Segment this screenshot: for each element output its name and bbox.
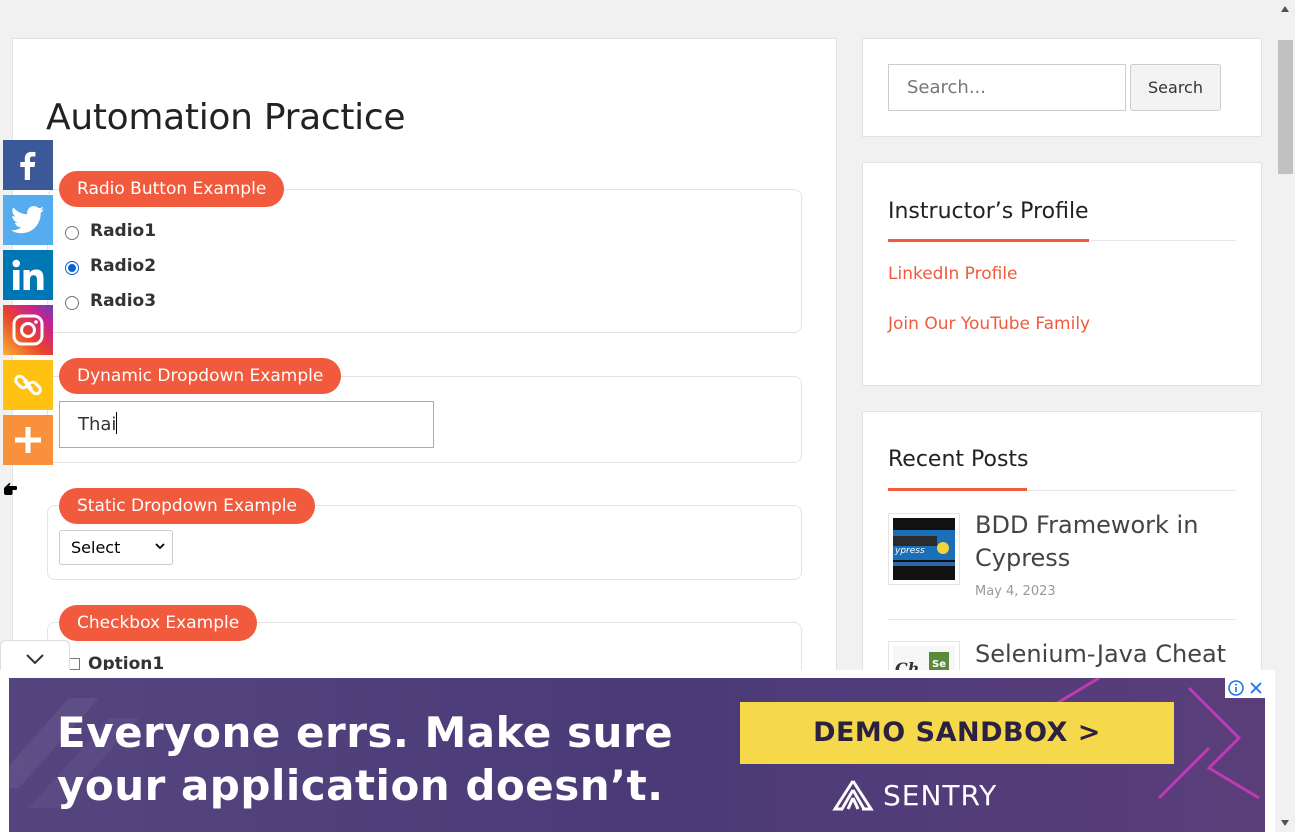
linkedin-icon: [12, 259, 44, 290]
post-date: May 4, 2023: [975, 584, 1056, 599]
profile-widget-title: Instructor’s Profile: [888, 199, 1089, 224]
ad-headline-line-2: your application doesn’t.: [57, 761, 664, 810]
scroll-down-arrow-icon[interactable]: [1281, 820, 1289, 826]
text-caret: [116, 412, 118, 434]
svg-text:Se: Se: [932, 659, 946, 670]
ad-cta-button[interactable]: DEMO SANDBOX >: [740, 702, 1174, 764]
radio-fieldset: [47, 189, 802, 333]
profile-widget-accent: [888, 239, 1089, 242]
copy-link-icon: [14, 374, 42, 396]
radio-input-3[interactable]: [65, 295, 79, 310]
facebook-share-button[interactable]: [3, 140, 53, 190]
sentry-logo-icon: [832, 780, 874, 811]
radio-input-2[interactable]: [65, 260, 79, 275]
close-icon[interactable]: [1249, 681, 1263, 695]
scrollbar-thumb[interactable]: [1278, 40, 1293, 174]
search-input[interactable]: Search...: [888, 64, 1126, 111]
radio-label-1: Radio1: [90, 221, 157, 241]
post-title[interactable]: BDD Framework in Cypress: [975, 509, 1235, 575]
scroll-up-arrow-icon[interactable]: [1281, 6, 1289, 12]
radio-legend: Radio Button Example: [59, 171, 285, 207]
autocomplete-input[interactable]: Thai: [59, 401, 434, 448]
ad-brand: SENTRY: [831, 778, 997, 812]
recent-posts-widget: Recent Posts ypress BDD Framework in Cyp…: [862, 411, 1262, 713]
ad-brand-name: SENTRY: [883, 778, 998, 812]
profile-widget: Instructor’s Profile LinkedIn Profile Jo…: [862, 162, 1262, 386]
static-dropdown-legend: Static Dropdown Example: [59, 488, 315, 524]
linkedin-profile-link[interactable]: LinkedIn Profile: [888, 264, 1018, 284]
hide-share-bar-icon[interactable]: [3, 482, 17, 496]
search-widget: Search... Search: [862, 38, 1262, 137]
dynamic-dropdown-legend: Dynamic Dropdown Example: [59, 358, 342, 394]
recent-posts-accent: [888, 488, 1027, 491]
recent-posts-title: Recent Posts: [888, 447, 1029, 472]
instagram-share-button[interactable]: [3, 305, 53, 355]
instagram-icon: [12, 314, 44, 346]
ad-banner: Everyone errs. Make sure your applicatio…: [0, 670, 1275, 832]
radio-option-3[interactable]: Radio3: [65, 291, 156, 311]
youtube-family-link[interactable]: Join Our YouTube Family: [888, 314, 1090, 334]
radio-option-1[interactable]: Radio1: [65, 221, 156, 241]
static-dropdown-value: Select: [71, 538, 121, 557]
linkedin-share-button[interactable]: [3, 250, 53, 300]
more-icon: [15, 427, 41, 453]
search-placeholder: Search...: [907, 77, 987, 98]
copy-link-share-button[interactable]: [3, 360, 53, 410]
post-divider: [888, 619, 1236, 620]
chevron-down-icon: [155, 543, 165, 550]
post-thumbnail[interactable]: ypress: [888, 513, 960, 585]
ad-info-icon[interactable]: [1227, 680, 1244, 696]
post-thumbnail-image: ypress: [893, 518, 955, 580]
search-button[interactable]: Search: [1130, 64, 1221, 111]
post-title[interactable]: Selenium-Java Cheat: [975, 638, 1235, 671]
social-share-bar: [3, 140, 53, 470]
autocomplete-value: Thai: [78, 414, 117, 435]
page-scrollbar[interactable]: [1275, 0, 1295, 832]
twitter-share-button[interactable]: [3, 195, 53, 245]
ad-creative[interactable]: Everyone errs. Make sure your applicatio…: [9, 678, 1265, 832]
twitter-icon: [11, 206, 44, 234]
more-share-button[interactable]: [3, 415, 53, 465]
radio-option-2[interactable]: Radio2: [65, 256, 156, 276]
static-dropdown-select[interactable]: Select: [59, 530, 173, 565]
radio-label-3: Radio3: [90, 291, 157, 311]
ad-headline: Everyone errs. Make sure your applicatio…: [57, 706, 673, 812]
radio-label-2: Radio2: [90, 256, 157, 276]
chevron-down-icon: [26, 654, 44, 665]
ad-controls: [1225, 678, 1265, 698]
svg-text:ypress: ypress: [894, 546, 925, 556]
page-title: Automation Practice: [46, 97, 406, 138]
facebook-icon: [20, 151, 36, 180]
ad-headline-line-1: Everyone errs. Make sure: [57, 708, 674, 757]
checkbox-legend: Checkbox Example: [59, 605, 258, 641]
radio-input-1[interactable]: [65, 225, 79, 240]
